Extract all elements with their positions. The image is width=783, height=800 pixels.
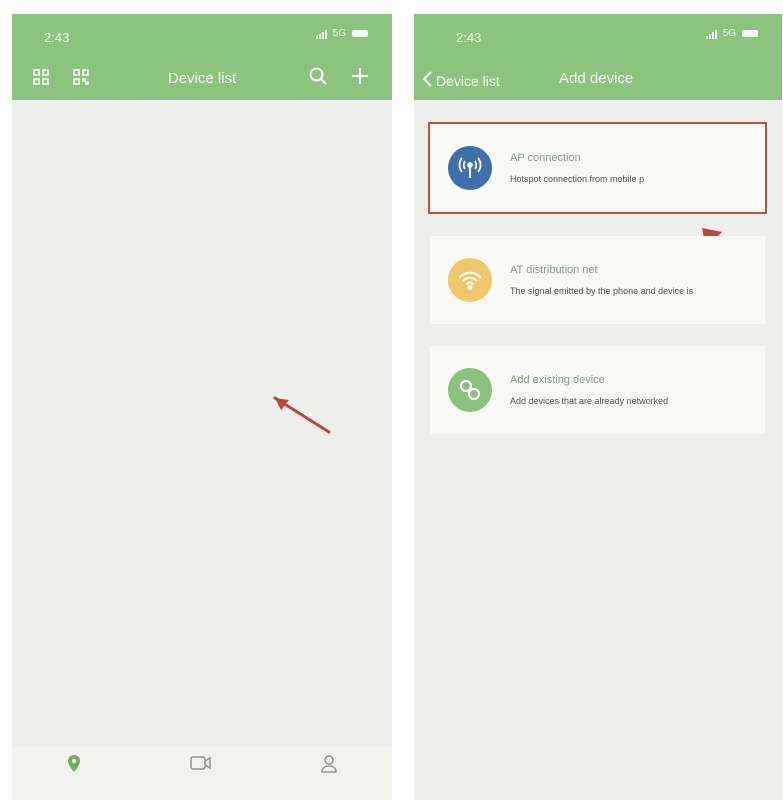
status-time: 2:43 [44, 30, 70, 45]
camera-icon [189, 754, 213, 774]
battery-icon [352, 30, 368, 37]
back-button[interactable]: Device list [422, 70, 500, 91]
antenna-icon [448, 146, 492, 190]
option-description: Hotspot connection from mobile p [510, 174, 645, 184]
signal-icon [705, 29, 717, 39]
status-indicators: 5G [315, 28, 368, 39]
pointer-arrow-icon [273, 396, 331, 434]
link-icon [448, 368, 492, 412]
network-label: 5G [332, 28, 346, 39]
option-title: Add existing device [510, 374, 605, 386]
add-device-screen: 2:43 5G Device list Add device AP connec… [414, 14, 782, 800]
status-indicators: 5G [705, 28, 758, 39]
plus-icon[interactable] [350, 66, 370, 91]
device-list-screen: 2:43 5G Device list [12, 14, 392, 800]
back-label: Device list [436, 72, 500, 89]
option-title: AT distribution net [510, 264, 598, 276]
signal-icon [315, 29, 327, 39]
battery-icon [742, 30, 758, 37]
tab-profile[interactable] [319, 754, 339, 788]
search-icon[interactable] [308, 66, 328, 91]
wifi-icon [448, 258, 492, 302]
app-bar: 2:43 5G Device list Add device [414, 14, 782, 100]
status-time: 2:43 [456, 30, 482, 45]
tab-devices[interactable] [65, 754, 83, 788]
app-bar: 2:43 5G Device list [12, 14, 392, 100]
option-description: Add devices that are already networked [510, 396, 669, 406]
tab-camera[interactable] [189, 754, 213, 786]
option-distribution-net[interactable]: AT distribution net The signal emitted b… [430, 236, 765, 324]
user-icon [319, 754, 339, 776]
option-title: AP connection [510, 152, 581, 164]
option-description: The signal emitted by the phone and devi… [510, 286, 694, 296]
chevron-left-icon [422, 70, 434, 91]
network-label: 5G [722, 28, 736, 39]
option-ap-connection[interactable]: AP connection Hotspot connection from mo… [430, 124, 765, 212]
device-list-content [12, 100, 392, 746]
page-title: Add device [559, 70, 634, 87]
device-icon [65, 754, 83, 776]
option-add-existing-device[interactable]: Add existing device Add devices that are… [430, 346, 765, 434]
bottom-navigation [12, 746, 392, 800]
